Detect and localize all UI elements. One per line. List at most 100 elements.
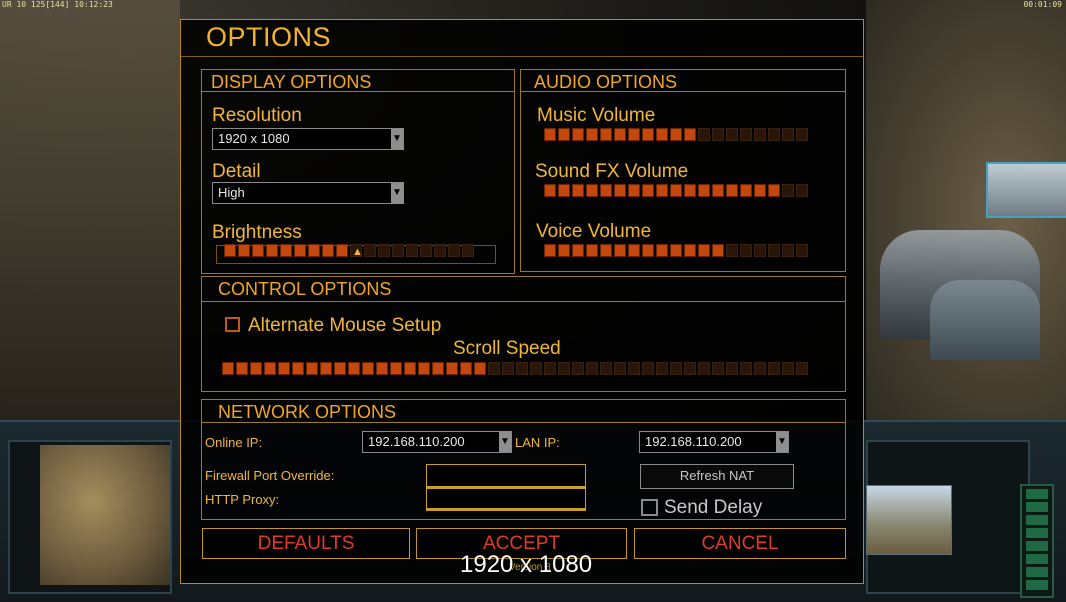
slider-segment[interactable] [252,244,264,257]
slider-segment[interactable] [558,128,570,141]
slider-segment[interactable] [642,128,654,141]
slider-segment[interactable] [642,244,654,257]
slider-segment[interactable] [460,362,472,375]
slider-segment[interactable] [322,244,334,257]
slider-segment[interactable] [336,244,348,257]
online-ip-dropdown[interactable]: 192.168.110.200 ▼ [362,431,512,453]
slider-segment[interactable] [308,244,320,257]
slider-segment[interactable] [656,362,668,375]
slider-segment[interactable] [238,244,250,257]
slider-segment[interactable] [406,244,418,257]
slider-segment[interactable] [544,362,556,375]
slider-segment[interactable] [320,362,332,375]
slider-segment[interactable] [474,362,486,375]
slider-segment[interactable] [782,128,794,141]
slider-segment[interactable] [600,184,612,197]
slider-segment[interactable] [362,362,374,375]
slider-segment[interactable] [544,184,556,197]
slider-segment[interactable] [432,362,444,375]
slider-segment[interactable] [586,128,598,141]
slider-segment[interactable] [754,184,766,197]
minimap[interactable] [40,445,170,585]
slider-segment[interactable] [614,128,626,141]
brightness-slider[interactable] [224,244,474,257]
voice-volume-slider[interactable] [544,244,808,257]
slider-segment[interactable] [712,362,724,375]
slider-segment[interactable] [628,184,640,197]
slider-segment[interactable] [404,362,416,375]
slider-segment[interactable] [684,128,696,141]
slider-segment[interactable] [670,184,682,197]
slider-segment[interactable] [782,244,794,257]
chevron-down-icon[interactable]: ▼ [391,129,403,149]
slider-segment[interactable] [614,362,626,375]
slider-segment[interactable] [600,362,612,375]
slider-segment[interactable] [448,244,460,257]
cancel-button[interactable]: CANCEL [634,528,846,559]
slider-segment[interactable] [236,362,248,375]
slider-segment[interactable] [796,362,808,375]
slider-segment[interactable] [250,362,262,375]
http-proxy-input[interactable] [426,488,586,511]
slider-segment[interactable] [378,244,390,257]
slider-segment[interactable] [712,128,724,141]
slider-segment[interactable] [558,362,570,375]
slider-segment[interactable] [726,362,738,375]
slider-segment[interactable] [796,184,808,197]
defaults-button[interactable]: DEFAULTS [202,528,410,559]
refresh-nat-button[interactable]: Refresh NAT [640,464,794,489]
send-delay-checkbox[interactable] [641,499,658,516]
slider-segment[interactable] [628,244,640,257]
chevron-down-icon[interactable]: ▼ [391,183,403,203]
slider-segment[interactable] [572,362,584,375]
slider-segment[interactable] [266,244,278,257]
slider-segment[interactable] [740,244,752,257]
slider-segment[interactable] [712,184,724,197]
slider-segment[interactable] [726,184,738,197]
slider-segment[interactable] [264,362,276,375]
slider-segment[interactable] [292,362,304,375]
lan-ip-dropdown[interactable]: 192.168.110.200 ▼ [639,431,789,453]
slider-segment[interactable] [530,362,542,375]
slider-segment[interactable] [726,244,738,257]
slider-segment[interactable] [656,184,668,197]
slider-segment[interactable] [462,244,474,257]
slider-segment[interactable] [558,244,570,257]
slider-segment[interactable] [642,362,654,375]
slider-thumb-icon[interactable]: ▲ [352,246,363,258]
slider-segment[interactable] [558,184,570,197]
slider-segment[interactable] [364,244,376,257]
slider-segment[interactable] [782,362,794,375]
slider-segment[interactable] [656,128,668,141]
slider-segment[interactable] [488,362,500,375]
slider-segment[interactable] [572,244,584,257]
slider-segment[interactable] [754,128,766,141]
slider-segment[interactable] [768,362,780,375]
slider-segment[interactable] [670,128,682,141]
sound-fx-volume-slider[interactable] [544,184,808,197]
unit-thumbnail[interactable] [986,162,1066,218]
slider-segment[interactable] [420,244,432,257]
slider-segment[interactable] [684,184,696,197]
slider-segment[interactable] [684,362,696,375]
slider-segment[interactable] [278,362,290,375]
slider-segment[interactable] [502,362,514,375]
slider-segment[interactable] [656,244,668,257]
slider-segment[interactable] [516,362,528,375]
slider-segment[interactable] [224,244,236,257]
slider-segment[interactable] [712,244,724,257]
slider-segment[interactable] [306,362,318,375]
slider-segment[interactable] [726,128,738,141]
slider-segment[interactable] [348,362,360,375]
slider-segment[interactable] [390,362,402,375]
slider-segment[interactable] [392,244,404,257]
music-volume-slider[interactable] [544,128,808,141]
slider-segment[interactable] [280,244,292,257]
slider-segment[interactable] [768,128,780,141]
scroll-speed-slider[interactable] [222,362,808,375]
slider-segment[interactable] [334,362,346,375]
slider-segment[interactable] [294,244,306,257]
slider-segment[interactable] [614,244,626,257]
slider-segment[interactable] [782,184,794,197]
chevron-down-icon[interactable]: ▼ [499,432,511,452]
